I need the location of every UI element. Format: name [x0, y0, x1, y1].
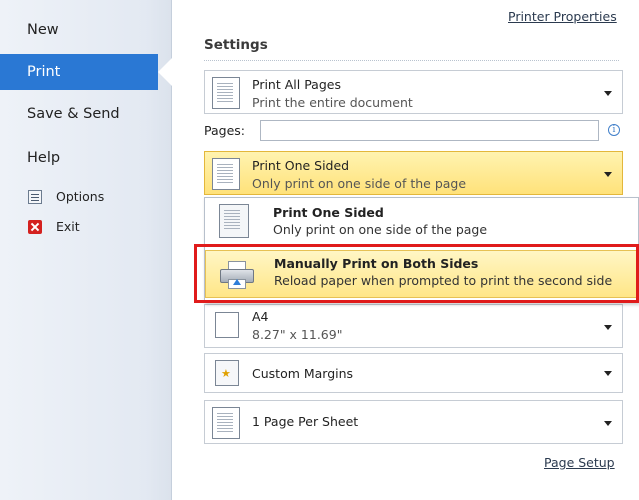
- chevron-down-icon: [604, 421, 612, 426]
- margins-dropdown[interactable]: ★ Custom Margins: [204, 353, 623, 393]
- nav-item-options[interactable]: Options: [28, 186, 104, 208]
- one-sided-page-icon: [219, 204, 249, 238]
- info-icon[interactable]: i: [608, 124, 620, 136]
- dropdown-title: Print All Pages: [252, 77, 341, 92]
- chevron-down-icon: [604, 325, 612, 330]
- annotation-highlight-box: [194, 244, 639, 303]
- nav-item-new[interactable]: New: [0, 12, 158, 48]
- dropdown-subtitle: Print the entire document: [252, 95, 413, 110]
- one-sided-page-icon: [212, 158, 240, 190]
- dropdown-title: Print One Sided: [252, 158, 350, 173]
- settings-heading: Settings: [204, 37, 268, 53]
- pages-per-sheet-dropdown[interactable]: 1 Page Per Sheet: [204, 400, 623, 444]
- sheet-icon: [212, 407, 240, 439]
- nav-item-help[interactable]: Help: [0, 140, 158, 176]
- option-title: Print One Sided: [273, 205, 384, 220]
- pages-stack-icon: [212, 77, 240, 109]
- nav-item-save-send[interactable]: Save & Send: [0, 96, 158, 132]
- nav-item-print[interactable]: Print: [0, 54, 172, 90]
- dropdown-subtitle: 8.27" x 11.69": [252, 327, 343, 342]
- nav-sub-label: Options: [56, 189, 105, 204]
- option-subtitle: Only print on one side of the page: [273, 222, 488, 237]
- chevron-down-icon: [604, 172, 612, 177]
- page-setup-link[interactable]: Page Setup: [544, 455, 615, 470]
- exit-icon: [28, 220, 42, 234]
- pages-label: Pages:: [204, 123, 245, 138]
- selected-pointer: [158, 58, 172, 86]
- nav-item-exit[interactable]: Exit: [28, 216, 80, 238]
- dropdown-title: 1 Page Per Sheet: [252, 414, 359, 429]
- options-icon: [28, 190, 42, 204]
- chevron-down-icon: [604, 371, 612, 376]
- backstage-nav: New Print Save & Send Help Options Exit: [0, 0, 172, 500]
- dropdown-title: A4: [252, 309, 269, 324]
- option-print-one-sided[interactable]: Print One Sided Only print on one side o…: [205, 198, 638, 244]
- printer-properties-link[interactable]: Printer Properties: [508, 9, 617, 24]
- print-range-dropdown[interactable]: Print All Pages Print the entire documen…: [204, 70, 623, 114]
- nav-item-label: Print: [27, 64, 61, 80]
- nav-sub-label: Exit: [56, 219, 80, 234]
- paper-icon: [215, 312, 239, 338]
- pages-input[interactable]: [260, 120, 599, 141]
- dropdown-subtitle: Only print on one side of the page: [252, 176, 467, 191]
- dropdown-title: Custom Margins: [252, 366, 354, 381]
- sides-dropdown[interactable]: Print One Sided Only print on one side o…: [204, 151, 623, 195]
- settings-divider: [204, 60, 619, 61]
- chevron-down-icon: [604, 91, 612, 96]
- paper-size-dropdown[interactable]: A4 8.27" x 11.69": [204, 304, 623, 348]
- margins-icon: ★: [215, 360, 239, 386]
